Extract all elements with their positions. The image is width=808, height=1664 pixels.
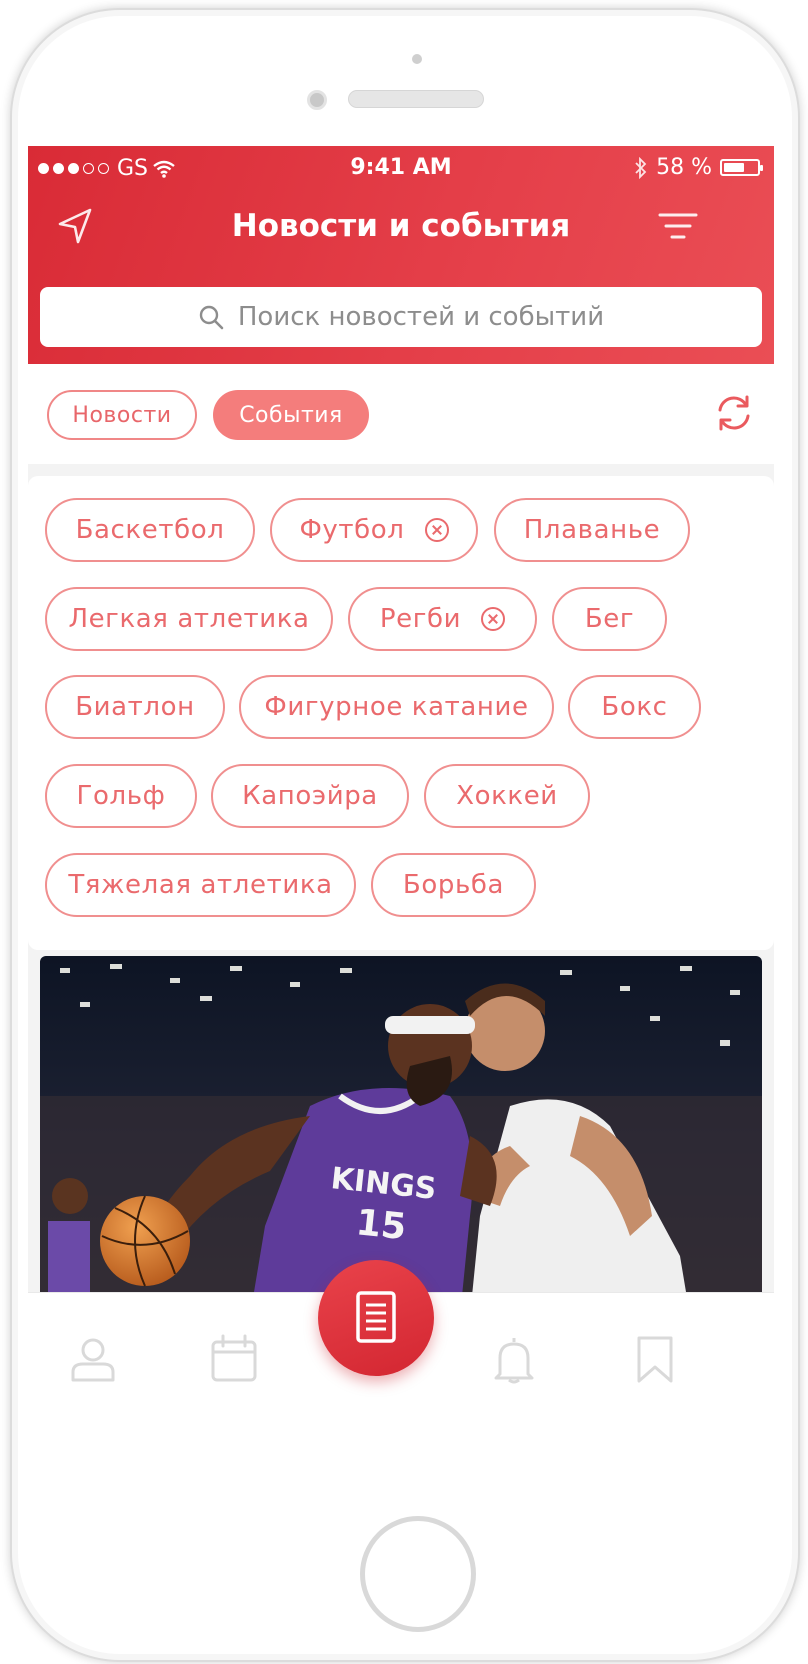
front-camera <box>307 90 327 110</box>
chip-label: Бокс <box>601 692 668 722</box>
search-placeholder: Поиск новостей и событий <box>237 302 605 332</box>
chip-label: Футбол <box>299 515 405 545</box>
chip-label: Хоккей <box>456 781 558 811</box>
bell-icon[interactable] <box>490 1334 538 1384</box>
remove-chip-icon[interactable] <box>481 607 506 631</box>
remove-chip-icon[interactable] <box>424 518 449 542</box>
chip-label: Легкая атлетика <box>68 604 310 634</box>
news-fab-button[interactable] <box>318 1260 434 1376</box>
filter-icon[interactable] <box>654 202 702 250</box>
category-chip-rugby[interactable]: Регби <box>348 587 537 651</box>
category-chip-running[interactable]: Бег <box>552 587 667 651</box>
news-icon <box>356 1291 396 1343</box>
bookmark-icon[interactable] <box>631 1334 679 1384</box>
category-chip-swimming[interactable]: Плаванье <box>494 498 690 562</box>
chip-label: Бег <box>584 604 635 634</box>
tabs-row: Новости События <box>28 364 774 464</box>
category-chip-athletics[interactable]: Легкая атлетика <box>45 587 333 651</box>
header: GS 9:41 AM 58 % Новости и события Поиск … <box>28 146 774 364</box>
category-chip-capoeira[interactable]: Капоэйра <box>211 764 409 828</box>
chip-label: Баскетбол <box>75 515 225 545</box>
search-input[interactable]: Поиск новостей и событий <box>40 287 762 347</box>
earpiece-speaker <box>348 90 484 108</box>
profile-icon[interactable] <box>69 1334 117 1384</box>
chip-label: Борьба <box>402 870 505 900</box>
chip-label: Фигурное катание <box>264 692 529 722</box>
calendar-icon[interactable] <box>210 1334 258 1384</box>
refresh-icon[interactable] <box>714 393 754 433</box>
status-right: 58 % <box>634 155 763 180</box>
chip-label: Плаванье <box>523 515 661 545</box>
chip-label: Гольф <box>76 781 166 811</box>
app-screen: GS 9:41 AM 58 % Новости и события Поиск … <box>28 146 774 1469</box>
category-chip-football[interactable]: Футбол <box>270 498 478 562</box>
category-chip-golf[interactable]: Гольф <box>45 764 197 828</box>
tab-events[interactable]: События <box>213 390 369 440</box>
category-chip-wrestling[interactable]: Борьба <box>371 853 536 917</box>
category-chip-biathlon[interactable]: Биатлон <box>45 675 225 739</box>
chip-label: Регби <box>379 604 462 634</box>
chip-label: Капоэйра <box>242 781 378 811</box>
jersey-number: 15 <box>354 1202 408 1248</box>
chip-label: Тяжелая атлетика <box>68 870 333 900</box>
proximity-sensor <box>412 54 422 64</box>
battery-percent: 58 % <box>656 155 712 180</box>
home-button[interactable] <box>360 1516 476 1632</box>
category-chip-hockey[interactable]: Хоккей <box>424 764 590 828</box>
category-chip-boxing[interactable]: Бокс <box>568 675 701 739</box>
bluetooth-icon <box>635 156 647 179</box>
category-chip-weightlifting[interactable]: Тяжелая атлетика <box>45 853 356 917</box>
category-chip-figure-skating[interactable]: Фигурное катание <box>239 675 554 739</box>
category-chip-basketball[interactable]: Баскетбол <box>45 498 255 562</box>
tab-news[interactable]: Новости <box>47 390 197 440</box>
chip-label: Биатлон <box>75 692 195 722</box>
search-icon <box>199 305 224 330</box>
category-filter-panel: Баскетбол Футбол Плаванье Легкая атлетик… <box>28 476 774 950</box>
battery-icon <box>720 159 763 176</box>
status-bar: GS 9:41 AM 58 % <box>28 146 774 192</box>
